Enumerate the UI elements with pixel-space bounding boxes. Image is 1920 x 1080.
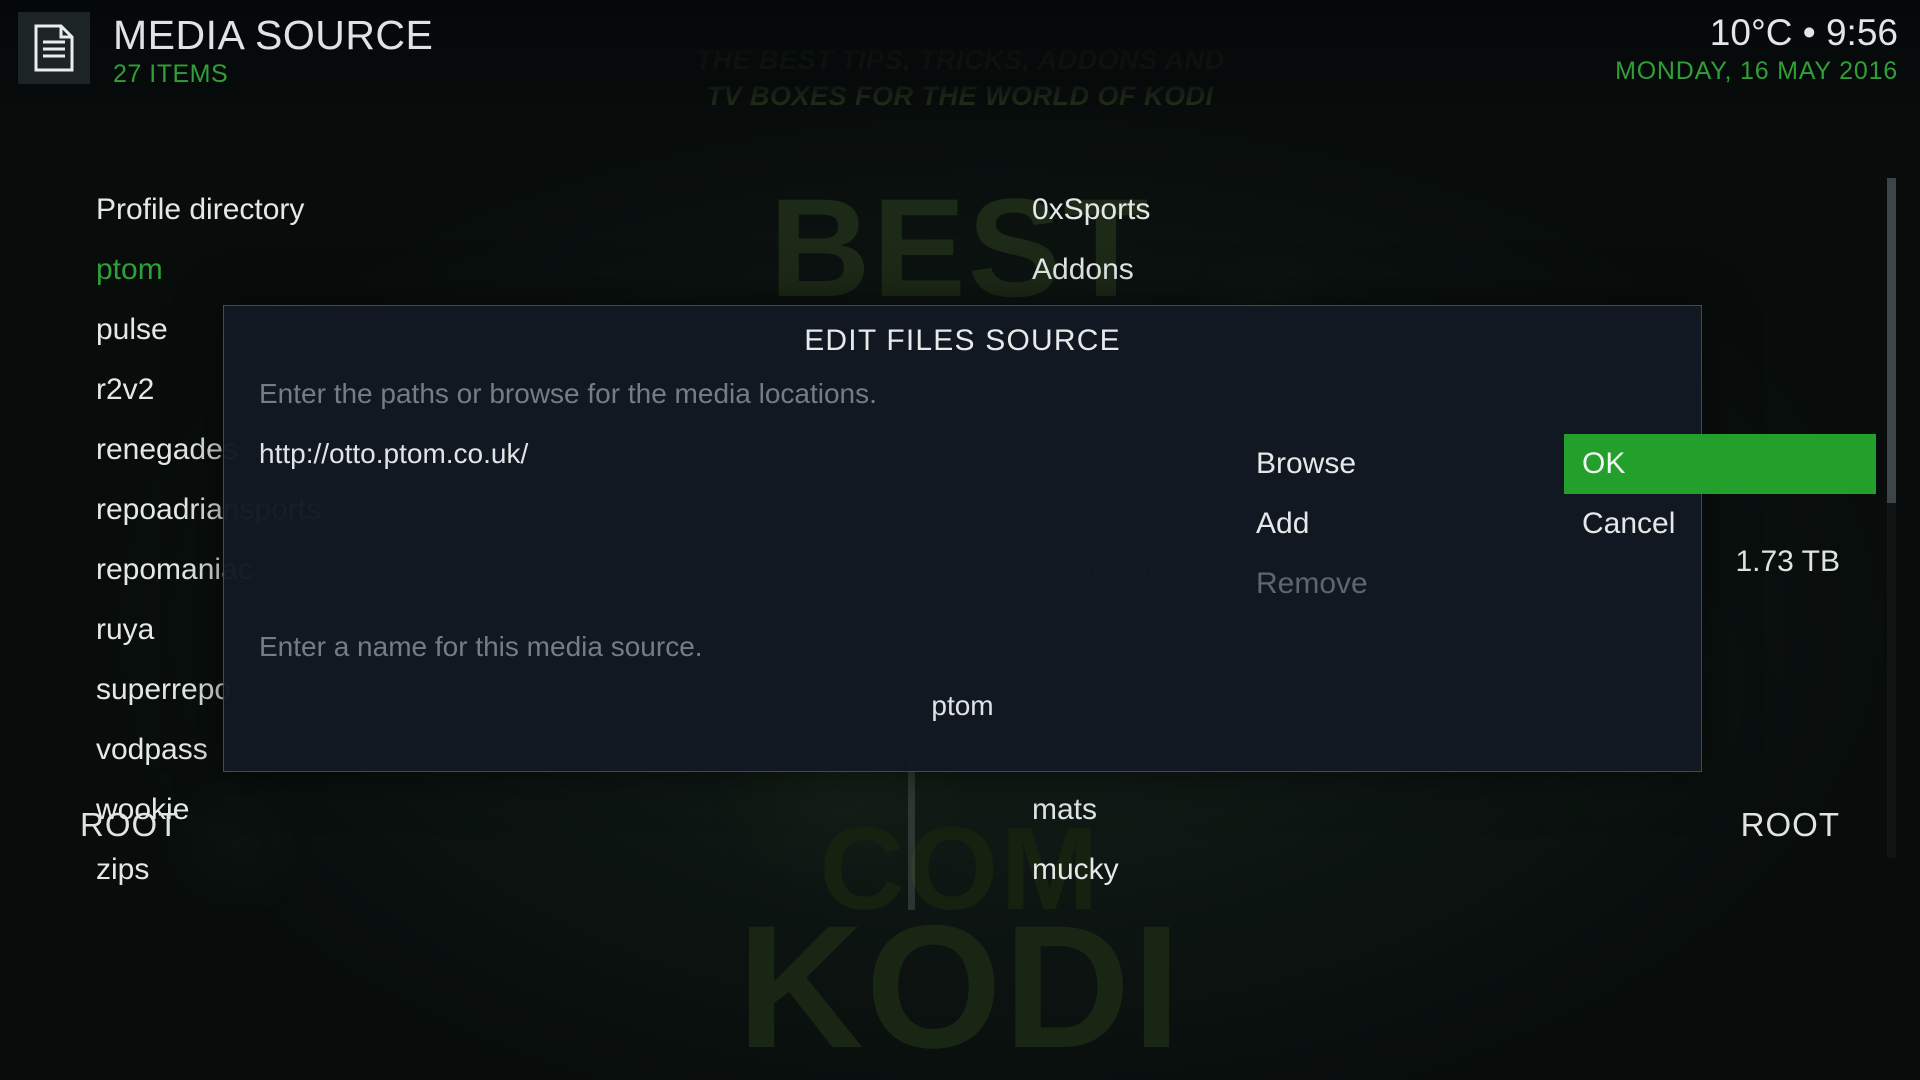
page-title: MEDIA SOURCE — [113, 12, 434, 58]
dialog-action-add[interactable]: Add — [1256, 494, 1556, 554]
right-list-item[interactable]: Addons — [1032, 240, 1502, 300]
left-list-item[interactable]: zips — [96, 840, 566, 900]
weather-time: 10°C • 9:56 — [1709, 12, 1898, 53]
dialog-action-browse[interactable]: Browse — [1256, 434, 1556, 494]
top-bar: MEDIA SOURCE 27 ITEMS 10°C • 9:56 MONDAY… — [0, 0, 1920, 118]
right-list-item[interactable]: mucky — [1032, 840, 1502, 900]
dialog-button-list[interactable]: OK Cancel — [1564, 434, 1876, 554]
dialog-ok-button[interactable]: OK — [1564, 434, 1876, 494]
left-pane-footer: ROOT — [80, 806, 180, 843]
scrollbar-thumb[interactable] — [1887, 178, 1896, 503]
background-watermark-kodi: KODI — [737, 890, 1183, 1080]
name-prompt-label: Enter a name for this media source. — [259, 631, 703, 662]
header-right: 10°C • 9:56 MONDAY, 16 MAY 2016 — [1615, 12, 1898, 86]
name-input[interactable]: ptom — [224, 690, 1701, 722]
paths-prompt-label: Enter the paths or browse for the media … — [259, 378, 877, 409]
header-text: MEDIA SOURCE 27 ITEMS — [113, 12, 433, 89]
header-left: MEDIA SOURCE 27 ITEMS — [18, 12, 433, 89]
dialog-action-list[interactable]: Browse Add Remove — [1256, 434, 1556, 614]
dialog-cancel-button[interactable]: Cancel — [1564, 494, 1876, 554]
left-list-item[interactable]: ptom — [96, 240, 566, 300]
path-input[interactable]: http://otto.ptom.co.uk/ — [259, 438, 528, 470]
document-icon — [18, 12, 90, 84]
dialog-title: EDIT FILES SOURCE — [804, 324, 1121, 357]
kodi-screen: THE BEST TIPS, TRICKS, ADDONS AND TV BOX… — [0, 0, 1920, 1080]
left-list-item[interactable]: Profile directory — [96, 180, 566, 240]
pane-divider — [908, 760, 915, 910]
right-pane-footer: ROOT — [1740, 806, 1840, 843]
dialog-action-remove: Remove — [1256, 567, 1368, 600]
edit-files-source-dialog: EDIT FILES SOURCE Enter the paths or bro… — [223, 305, 1876, 772]
item-count: 27 ITEMS — [113, 60, 229, 88]
right-list-item[interactable]: mats — [1032, 780, 1502, 840]
right-list-item[interactable]: 0xSports — [1032, 180, 1502, 240]
date-label: MONDAY, 16 MAY 2016 — [1615, 57, 1898, 85]
